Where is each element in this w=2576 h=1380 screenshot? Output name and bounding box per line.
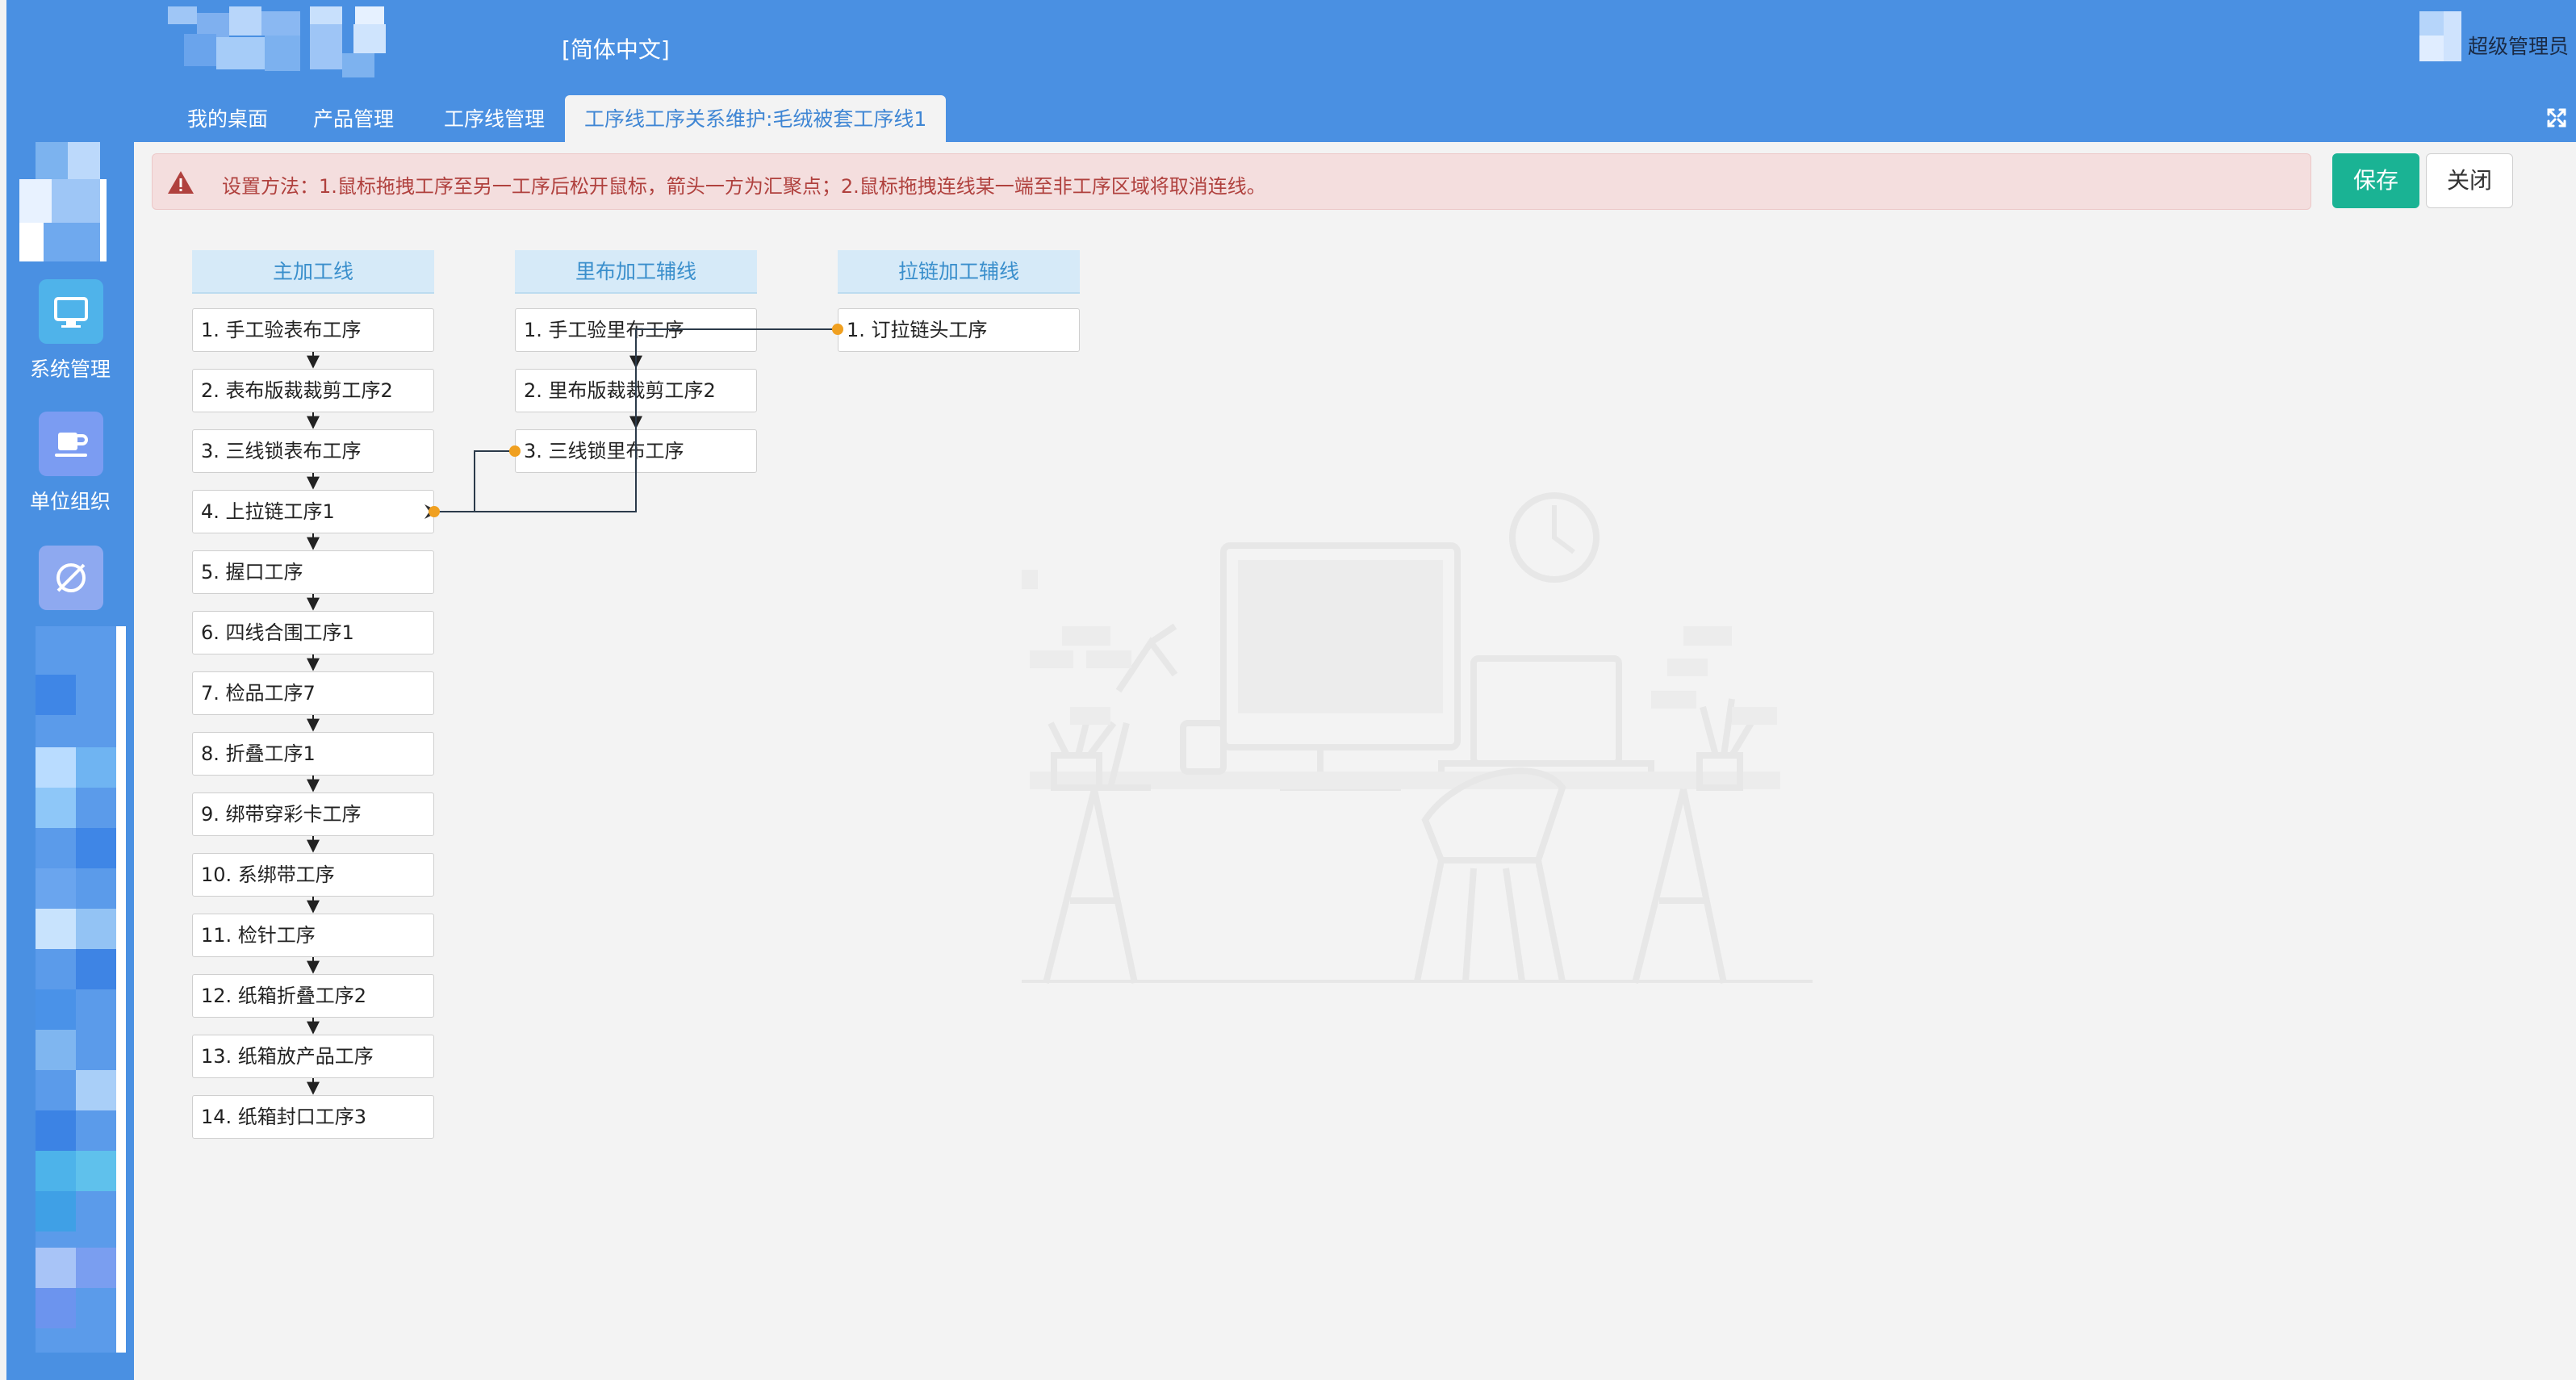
process-node[interactable]: 1. 手工验里布工序	[515, 308, 757, 352]
workspace-illustration	[1022, 492, 1813, 984]
process-node[interactable]: 12. 纸箱折叠工序2	[192, 974, 434, 1018]
sidebar-label-unit-organization: 单位组织	[29, 490, 111, 513]
usage-hint-alert: 设置方法：1.鼠标拖拽工序至另一工序后松开鼠标，箭头一方为汇聚点；2.鼠标拖拽连…	[152, 153, 2311, 210]
process-node[interactable]: 8. 折叠工序1	[192, 732, 434, 776]
process-node[interactable]: 11. 检针工序	[192, 914, 434, 957]
tab-product-management[interactable]: 产品管理	[294, 95, 413, 142]
process-node[interactable]: 9. 绑带穿彩卡工序	[192, 792, 434, 836]
alert-text: 设置方法：1.鼠标拖拽工序至另一工序后松开鼠标，箭头一方为汇聚点；2.鼠标拖拽连…	[222, 175, 1266, 198]
warning-triangle-icon	[168, 171, 194, 194]
process-node[interactable]: 7. 检品工序7	[192, 671, 434, 715]
column-header-lining-line: 里布加工辅线	[515, 250, 757, 294]
connection-lines	[424, 328, 838, 519]
connection-endpoints[interactable]	[429, 324, 843, 517]
main-content: 设置方法：1.鼠标拖拽工序至另一工序后松开鼠标，箭头一方为汇聚点；2.鼠标拖拽连…	[134, 142, 2576, 1380]
process-node[interactable]: 1. 订拉链头工序	[838, 308, 1080, 352]
language-switch[interactable]: [简体中文]	[562, 32, 670, 65]
process-node[interactable]: 3. 三线锁表布工序	[192, 429, 434, 473]
process-node[interactable]: 2. 里布版裁裁剪工序2	[515, 369, 757, 412]
user-name[interactable]: 超级管理员	[2468, 31, 2569, 60]
sidebar-blurred-menu	[19, 626, 126, 1353]
sidebar: 系统管理 单位组织	[6, 142, 134, 1380]
process-node[interactable]: 5. 握口工序	[192, 550, 434, 594]
app-window: [简体中文] 超级管理员 我的桌面 产品管理 工序线管理 工序线工序关系维护:毛…	[0, 0, 2576, 1380]
process-node[interactable]: 1. 手工验表布工序	[192, 308, 434, 352]
user-avatar[interactable]	[2419, 11, 2461, 61]
column-header-zipper-line: 拉链加工辅线	[838, 250, 1080, 294]
process-node[interactable]: 2. 表布版裁裁剪工序2	[192, 369, 434, 412]
sidebar-item-unit-organization[interactable]	[39, 412, 103, 476]
process-node[interactable]: 14. 纸箱封口工序3	[192, 1095, 434, 1139]
close-button[interactable]: 关闭	[2426, 153, 2513, 208]
column-header-main-line: 主加工线	[192, 250, 434, 294]
monitor-icon	[54, 297, 88, 328]
process-node[interactable]: 10. 系绑带工序	[192, 853, 434, 897]
tab-process-relationship[interactable]: 工序线工序关系维护:毛绒被套工序线1	[565, 95, 947, 142]
tab-process-line-management[interactable]: 工序线管理	[424, 95, 564, 142]
process-node[interactable]: 6. 四线合围工序1	[192, 611, 434, 654]
tab-my-desktop[interactable]: 我的桌面	[168, 95, 287, 142]
process-node[interactable]: 13. 纸箱放产品工序	[192, 1035, 434, 1078]
fullscreen-icon[interactable]	[2547, 108, 2566, 128]
sidebar-avatar	[19, 142, 126, 261]
process-node[interactable]: 3. 三线锁里布工序	[515, 429, 757, 473]
top-header: [简体中文] 超级管理员 我的桌面 产品管理 工序线管理 工序线工序关系维护:毛…	[6, 0, 2576, 142]
sidebar-item-system-management[interactable]	[39, 279, 103, 344]
logo	[168, 6, 426, 81]
save-button[interactable]: 保存	[2332, 153, 2419, 208]
refresh-circle-icon	[56, 563, 86, 592]
sidebar-item-refresh[interactable]	[39, 546, 103, 610]
process-node[interactable]: 4. 上拉链工序1	[192, 490, 434, 533]
sidebar-label-system-management: 系统管理	[29, 358, 111, 381]
coffee-cup-icon	[55, 433, 88, 457]
